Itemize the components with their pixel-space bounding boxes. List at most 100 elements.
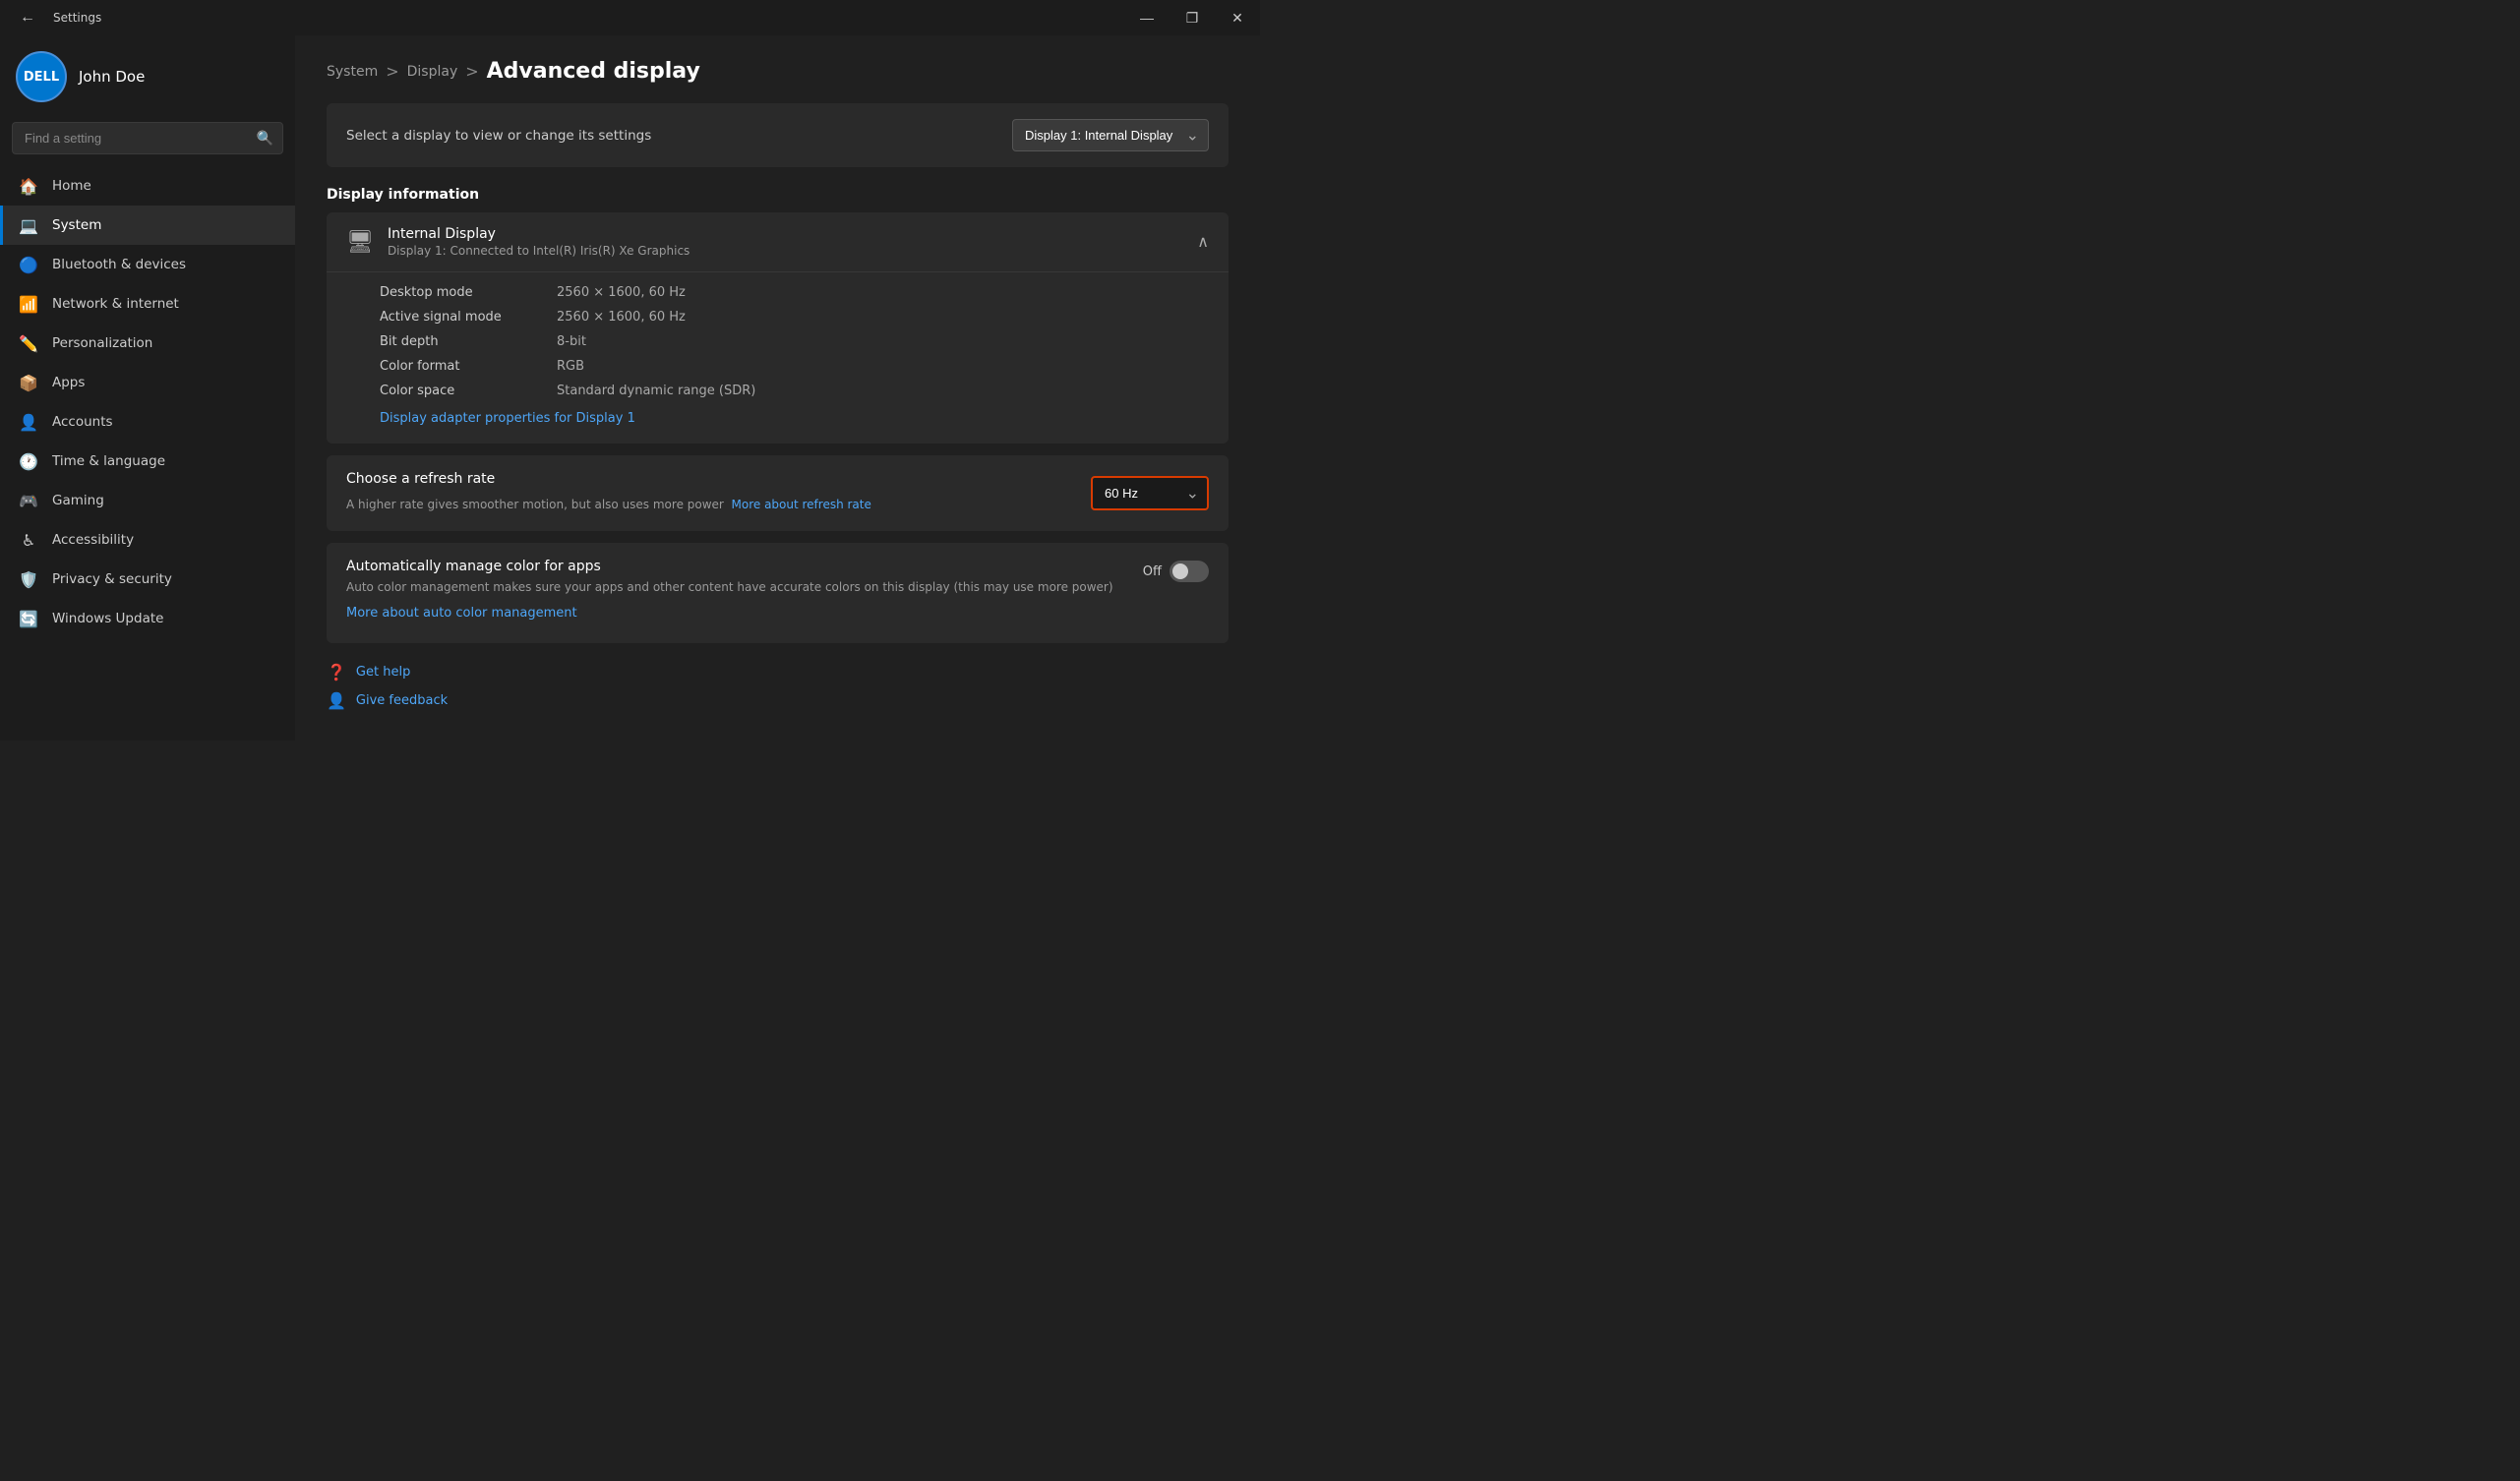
sidebar-item-label: Apps bbox=[52, 375, 85, 390]
titlebar-controls: — ❐ ✕ bbox=[1124, 0, 1260, 35]
minimize-button[interactable]: — bbox=[1124, 0, 1170, 35]
info-card-header-left: 🖥 Internal Display Display 1: Connected … bbox=[346, 226, 690, 258]
breadcrumb-display[interactable]: Display bbox=[407, 64, 458, 80]
bluetooth-icon: 🔵 bbox=[19, 255, 38, 274]
sidebar-item-label: Bluetooth & devices bbox=[52, 257, 186, 272]
sidebar-item-label: Accessibility bbox=[52, 532, 134, 548]
row-label-bitdepth: Bit depth bbox=[380, 334, 557, 349]
row-label-signal: Active signal mode bbox=[380, 310, 557, 325]
search-input[interactable] bbox=[12, 122, 283, 154]
row-value-bitdepth: 8-bit bbox=[557, 334, 586, 349]
home-icon: 🏠 bbox=[19, 176, 38, 196]
sidebar-item-apps[interactable]: 📦 Apps bbox=[0, 363, 295, 402]
auto-color-toggle[interactable] bbox=[1170, 561, 1209, 582]
help-icon: ❓ bbox=[327, 663, 346, 681]
adapter-properties-link[interactable]: Display adapter properties for Display 1 bbox=[380, 411, 635, 426]
breadcrumb-system[interactable]: System bbox=[327, 64, 378, 80]
auto-color-more-link[interactable]: More about auto color management bbox=[346, 604, 577, 623]
sidebar-item-bluetooth[interactable]: 🔵 Bluetooth & devices bbox=[0, 245, 295, 284]
display-subtitle: Display 1: Connected to Intel(R) Iris(R)… bbox=[388, 244, 690, 258]
info-card-header: 🖥 Internal Display Display 1: Connected … bbox=[327, 212, 1229, 272]
get-help-link[interactable]: ❓ Get help bbox=[327, 663, 1229, 681]
display-selector-card: Select a display to view or change its s… bbox=[327, 103, 1229, 167]
row-value-colorspace: Standard dynamic range (SDR) bbox=[557, 384, 755, 398]
sidebar-item-label: Time & language bbox=[52, 453, 165, 469]
main-content: System > Display > Advanced display Sele… bbox=[295, 35, 1260, 740]
row-value-colorformat: RGB bbox=[557, 359, 584, 374]
sidebar-item-gaming[interactable]: 🎮 Gaming bbox=[0, 481, 295, 520]
sidebar-item-system[interactable]: 💻 System bbox=[0, 206, 295, 245]
sidebar-item-home[interactable]: 🏠 Home bbox=[0, 166, 295, 206]
row-label-colorspace: Color space bbox=[380, 384, 557, 398]
sidebar-item-label: System bbox=[52, 217, 101, 233]
windows-update-icon: 🔄 bbox=[19, 609, 38, 628]
gaming-icon: 🎮 bbox=[19, 491, 38, 510]
privacy-icon: 🛡️ bbox=[19, 569, 38, 589]
refresh-rate-more-link[interactable]: More about refresh rate bbox=[732, 498, 871, 511]
sidebar-item-windowsupdate[interactable]: 🔄 Windows Update bbox=[0, 599, 295, 638]
dell-logo: DELL bbox=[16, 51, 67, 102]
accessibility-icon: ♿ bbox=[19, 530, 38, 550]
auto-color-desc: Auto color management makes sure your ap… bbox=[346, 578, 1123, 627]
table-row: Color format RGB bbox=[380, 354, 1209, 379]
get-help-label: Get help bbox=[356, 665, 410, 680]
row-label-colorformat: Color format bbox=[380, 359, 557, 374]
personalization-icon: ✏️ bbox=[19, 333, 38, 353]
sidebar-item-label: Windows Update bbox=[52, 611, 163, 626]
time-icon: 🕐 bbox=[19, 451, 38, 471]
auto-color-card: Automatically manage color for apps Auto… bbox=[327, 543, 1229, 643]
collapse-button[interactable]: ∧ bbox=[1197, 232, 1209, 252]
system-icon: 💻 bbox=[19, 215, 38, 235]
sidebar-item-label: Gaming bbox=[52, 493, 104, 508]
table-row: Active signal mode 2560 × 1600, 60 Hz bbox=[380, 305, 1209, 329]
auto-color-right: Off bbox=[1143, 561, 1209, 582]
breadcrumb: System > Display > Advanced display bbox=[327, 59, 1229, 84]
sidebar-item-accessibility[interactable]: ♿ Accessibility bbox=[0, 520, 295, 560]
sidebar-item-personalization[interactable]: ✏️ Personalization bbox=[0, 324, 295, 363]
row-value-desktop: 2560 × 1600, 60 Hz bbox=[557, 285, 686, 300]
refresh-rate-card: Choose a refresh rate A higher rate give… bbox=[327, 455, 1229, 531]
display-select[interactable]: Display 1: Internal Display bbox=[1012, 119, 1209, 151]
display-info-card: 🖥 Internal Display Display 1: Connected … bbox=[327, 212, 1229, 444]
sidebar-item-label: Privacy & security bbox=[52, 571, 172, 587]
refresh-rate-title: Choose a refresh rate bbox=[346, 471, 871, 487]
refresh-rate-select[interactable]: 60 Hz48 Hz bbox=[1091, 476, 1209, 510]
maximize-button[interactable]: ❐ bbox=[1170, 0, 1215, 35]
breadcrumb-sep1: > bbox=[386, 62, 398, 81]
auto-color-left: Automatically manage color for apps Auto… bbox=[346, 559, 1123, 627]
info-rows: Desktop mode 2560 × 1600, 60 Hz Active s… bbox=[327, 272, 1229, 444]
feedback-icon: 👤 bbox=[327, 691, 346, 710]
app-container: DELL John Doe 🔍 🏠 Home 💻 System 🔵 Blueto… bbox=[0, 35, 1260, 740]
auto-color-toggle-label: Off bbox=[1143, 564, 1162, 579]
display-selector-label: Select a display to view or change its s… bbox=[346, 128, 651, 144]
row-label-desktop: Desktop mode bbox=[380, 285, 557, 300]
sidebar-item-network[interactable]: 📶 Network & internet bbox=[0, 284, 295, 324]
back-icon: ← bbox=[20, 9, 35, 26]
sidebar-item-label: Home bbox=[52, 178, 91, 194]
sidebar-item-privacy[interactable]: 🛡️ Privacy & security bbox=[0, 560, 295, 599]
display-title: Internal Display bbox=[388, 226, 690, 242]
apps-icon: 📦 bbox=[19, 373, 38, 392]
table-row: Bit depth 8-bit bbox=[380, 329, 1209, 354]
sidebar-item-accounts[interactable]: 👤 Accounts bbox=[0, 402, 295, 442]
refresh-rate-desc: A higher rate gives smoother motion, but… bbox=[346, 490, 871, 515]
user-section: DELL John Doe bbox=[0, 35, 295, 114]
titlebar: ← Settings — ❐ ✕ bbox=[0, 0, 1260, 35]
bottom-links: ❓ Get help 👤 Give feedback bbox=[327, 663, 1229, 710]
back-button[interactable]: ← bbox=[12, 5, 43, 30]
display-dropdown-wrapper: Display 1: Internal Display bbox=[1012, 119, 1209, 151]
search-icon: 🔍 bbox=[257, 131, 273, 147]
breadcrumb-current: Advanced display bbox=[487, 59, 700, 84]
auto-color-title: Automatically manage color for apps bbox=[346, 559, 1123, 574]
sidebar-item-label: Personalization bbox=[52, 335, 152, 351]
titlebar-title: Settings bbox=[53, 11, 101, 25]
give-feedback-link[interactable]: 👤 Give feedback bbox=[327, 691, 1229, 710]
row-value-signal: 2560 × 1600, 60 Hz bbox=[557, 310, 686, 325]
monitor-icon: 🖥 bbox=[346, 230, 374, 255]
breadcrumb-sep2: > bbox=[465, 62, 478, 81]
table-row: Desktop mode 2560 × 1600, 60 Hz bbox=[380, 280, 1209, 305]
network-icon: 📶 bbox=[19, 294, 38, 314]
sidebar-item-time[interactable]: 🕐 Time & language bbox=[0, 442, 295, 481]
search-box: 🔍 bbox=[12, 122, 283, 154]
close-button[interactable]: ✕ bbox=[1215, 0, 1260, 35]
